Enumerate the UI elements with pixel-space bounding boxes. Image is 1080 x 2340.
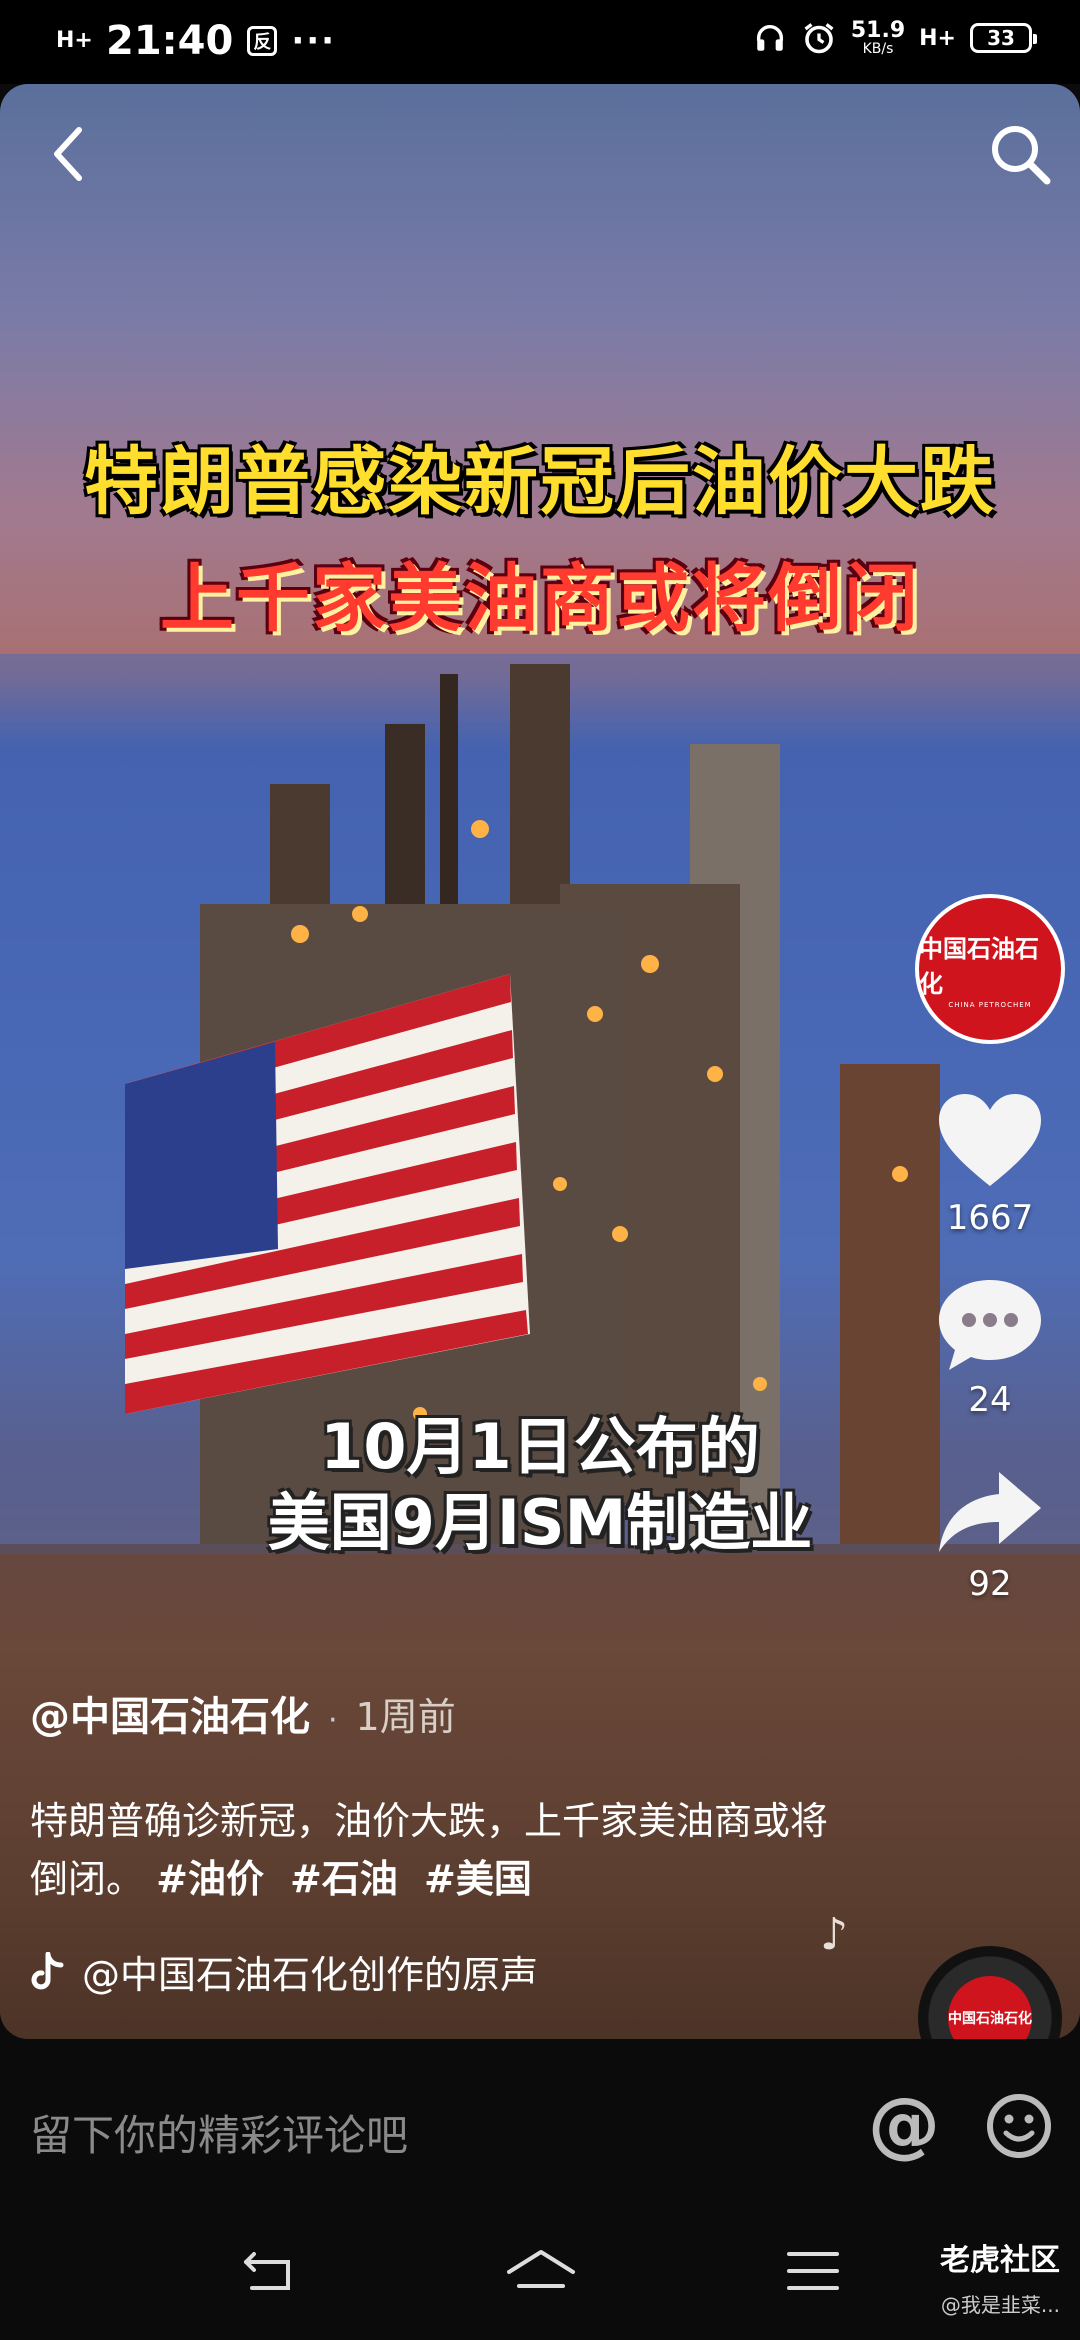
share-button[interactable]: 92: [935, 1468, 1045, 1604]
author-avatar[interactable]: 中国石油石化 CHINA PETROCHEM: [915, 894, 1065, 1044]
back-arrow-icon: [244, 2252, 290, 2290]
clock: 21:40: [106, 18, 234, 64]
separator-dot: ·: [328, 1703, 338, 1738]
hashtag[interactable]: #美国: [424, 1857, 532, 1901]
music-note-icon: ♪: [820, 1909, 849, 1960]
video-headline: 特朗普感染新冠后油价大跌 上千家美油商或将倒闭: [0, 422, 1080, 646]
like-count: 1667: [946, 1198, 1034, 1238]
speed-unit: KB/s: [862, 41, 894, 57]
comment-count: 24: [968, 1380, 1012, 1420]
music-title: @中国石油石化创作的原声: [82, 1953, 539, 1997]
tiktok-note-icon: [31, 1951, 64, 1989]
avatar-logo-subtext: CHINA PETROCHEM: [948, 1001, 1032, 1009]
smiley-icon: [987, 2094, 1051, 2158]
chevron-left-icon: [54, 127, 82, 181]
system-nav-bar: [0, 2210, 1080, 2340]
nav-recents-button[interactable]: [785, 2246, 841, 2300]
video-player[interactable]: 特朗普感染新冠后油价大跌 上千家美油商或将倒闭 10月1日公布的 美国9月ISM…: [0, 84, 1080, 2039]
comment-input[interactable]: 留下你的精彩评论吧: [30, 2102, 408, 2163]
search-icon: [992, 126, 1051, 185]
disc-logo: 中国石油石化: [948, 1976, 1032, 2039]
more-notifications: ···: [291, 21, 337, 61]
heart-icon: [939, 1094, 1041, 1186]
battery-level: 33: [987, 26, 1015, 50]
network-type: H+: [56, 28, 93, 53]
watermark: 老虎社区 @我是韭菜...: [940, 2235, 1060, 2318]
watermark-title: 老虎社区: [940, 2243, 1060, 2278]
music-row[interactable]: @中国石油石化创作的原声: [30, 1944, 538, 1999]
action-rail: 中国石油石化 CHINA PETROCHEM 1667 24 92: [910, 894, 1070, 1604]
signal-type: H+: [919, 25, 956, 51]
hashtag[interactable]: #石油: [290, 1857, 398, 1901]
emoji-button[interactable]: [985, 2092, 1053, 2164]
post-time: 1周前: [355, 1695, 456, 1739]
alarm-icon: [801, 20, 837, 56]
battery-icon: 33: [970, 23, 1037, 53]
menu-lines-icon: [787, 2252, 839, 2290]
post-description: 特朗普确诊新冠，油价大跌，上千家美油商或将倒闭。 #油价 #石油 #美国: [30, 1792, 830, 1908]
author-row: @中国石油石化 · 1周前: [30, 1684, 456, 1742]
comment-button[interactable]: 24: [935, 1274, 1045, 1420]
headline-line-2: 上千家美油商或将倒闭: [160, 556, 920, 642]
avatar-logo-text: 中国石油石化: [919, 934, 1039, 998]
mention-button[interactable]: @: [868, 2088, 940, 2160]
status-bar: H+ 21:40 反 ··· 51.9 KB/s H+ 33: [0, 0, 1080, 84]
like-button[interactable]: 1667: [935, 1092, 1045, 1238]
network-speed: 51.9 KB/s: [850, 18, 906, 57]
share-arrow-icon: [939, 1472, 1041, 1552]
home-icon: [507, 2250, 575, 2288]
comment-bar: 留下你的精彩评论吧 @: [0, 2040, 1080, 2210]
headphones-icon: [753, 21, 787, 55]
hashtag[interactable]: #油价: [156, 1857, 264, 1901]
headline-line-1: 特朗普感染新冠后油价大跌: [84, 439, 996, 525]
speed-value: 51.9: [850, 18, 906, 43]
back-button[interactable]: [30, 114, 110, 194]
comment-bubble-icon: [939, 1280, 1041, 1370]
author-name[interactable]: @中国石油石化: [30, 1684, 310, 1742]
nav-back-button[interactable]: [240, 2246, 300, 2300]
search-button[interactable]: [980, 114, 1060, 194]
watermark-subtitle: @我是韭菜...: [940, 2293, 1060, 2317]
share-count: 92: [968, 1564, 1012, 1604]
nav-home-button[interactable]: [505, 2246, 577, 2300]
app-notification-icon: 反: [247, 26, 278, 56]
